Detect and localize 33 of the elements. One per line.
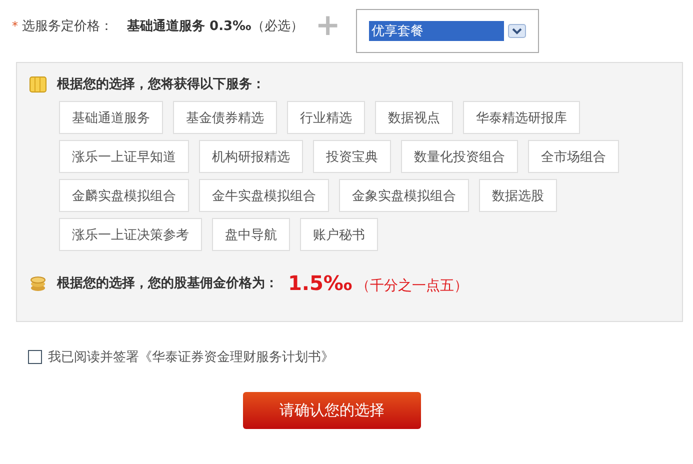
required-note: （必选） [251,18,304,35]
service-tag: 基础通道服务 [59,101,163,134]
agreement-checkbox[interactable] [28,350,42,364]
plus-sign: + [315,11,340,41]
commission-note: （千分之一点五） [356,277,468,295]
service-tag: 数据选股 [479,179,557,212]
base-service-text: 基础通道服务 0.3‰ [127,18,252,35]
service-tag: 投资宝典 [313,140,391,173]
agreement-text: 我已阅读并签署《华泰证券资金理财服务计划书》 [48,349,334,366]
required-mark: * [12,19,18,33]
dropdown-caret-icon[interactable] [508,24,526,38]
box-icon [29,75,47,93]
package-select[interactable]: 优享套餐 [356,9,540,53]
confirm-button[interactable]: 请确认您的选择 [243,392,421,429]
service-tag: 基金债券精选 [173,101,277,134]
price-label: 选服务定价格： [22,18,113,35]
service-tag: 金象实盘模拟组合 [339,179,469,212]
commission-label: 根据您的选择，您的股基佣金价格为： [57,275,278,292]
service-tag: 账户秘书 [300,218,378,251]
service-tag: 盘中导航 [212,218,290,251]
coins-icon [29,274,47,292]
service-tag: 华泰精选研报库 [463,101,580,134]
service-tag: 行业精选 [287,101,365,134]
service-tag: 金麟实盘模拟组合 [59,179,189,212]
commission-value: 1.5‰ [288,271,352,295]
service-tag: 金牛实盘模拟组合 [199,179,329,212]
services-heading: 根据您的选择，您将获得以下服务： [57,76,265,93]
service-tag: 机构研报精选 [199,140,303,173]
service-tag: 涨乐一上证早知道 [59,140,189,173]
service-tag: 数量化投资组合 [401,140,518,173]
service-tag: 涨乐一上证决策参考 [59,218,202,251]
service-tag: 数据视点 [375,101,453,134]
service-tag: 全市场组合 [528,140,619,173]
